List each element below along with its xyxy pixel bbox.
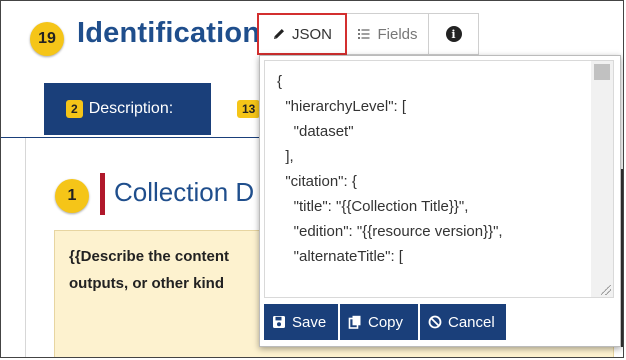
copy-button-label: Copy [368, 313, 404, 331]
cancel-button-label: Cancel [448, 313, 495, 331]
json-line: "alternateTitle": [ [277, 248, 403, 265]
json-button-label: JSON [291, 25, 332, 43]
info-button[interactable]: i [429, 13, 479, 55]
json-code: { "hierarchyLevel": [ "dataset" ], "cita… [277, 69, 503, 269]
resize-handle[interactable] [601, 285, 611, 295]
section-count-badge: 1 [55, 179, 89, 213]
view-toggle-group: JSON Fields i [257, 13, 479, 55]
json-line: "citation": { [277, 173, 357, 190]
json-line: ], [277, 148, 294, 165]
json-line: { [277, 73, 283, 90]
cancel-button[interactable]: Cancel [420, 304, 506, 340]
editor-window: 19 Identification 2 Description: 13 1 Co… [0, 0, 624, 358]
tab-description[interactable]: 2 Description: [44, 83, 211, 135]
json-line: "dataset" [277, 123, 354, 140]
pencil-icon [272, 27, 286, 41]
info-circle-icon: i [445, 26, 462, 42]
list-icon [357, 27, 371, 41]
copy-icon [348, 315, 362, 329]
ban-icon [428, 315, 442, 329]
tab-next-count: 13 [237, 100, 261, 118]
save-button[interactable]: Save [264, 304, 338, 340]
fields-button-label: Fields [377, 25, 418, 43]
section-accent-bar [100, 173, 105, 215]
copy-button[interactable]: Copy [340, 304, 418, 340]
json-line: "hierarchyLevel": [ [277, 98, 407, 115]
section-title: Collection D [114, 177, 255, 207]
save-button-label: Save [292, 313, 327, 331]
tab-description-count: 2 [66, 100, 83, 118]
page-title: Identification [77, 17, 261, 49]
json-line: "edition": "{{resource version}}", [277, 223, 503, 240]
json-line: "title": "{{Collection Title}}", [277, 198, 469, 215]
json-popover: { "hierarchyLevel": [ "dataset" ], "cita… [259, 55, 621, 347]
json-actions: Save Copy Cancel [264, 304, 506, 340]
json-scrollbar-thumb[interactable] [594, 64, 610, 80]
json-scrollbar[interactable] [591, 61, 613, 297]
fields-button[interactable]: Fields [347, 13, 429, 55]
floppy-disk-icon [272, 315, 286, 329]
json-button[interactable]: JSON [257, 13, 347, 55]
section-border [25, 138, 26, 357]
json-textarea[interactable]: { "hierarchyLevel": [ "dataset" ], "cita… [264, 60, 614, 298]
tab-description-label: Description: [88, 100, 174, 117]
identification-count-badge: 19 [30, 22, 64, 56]
